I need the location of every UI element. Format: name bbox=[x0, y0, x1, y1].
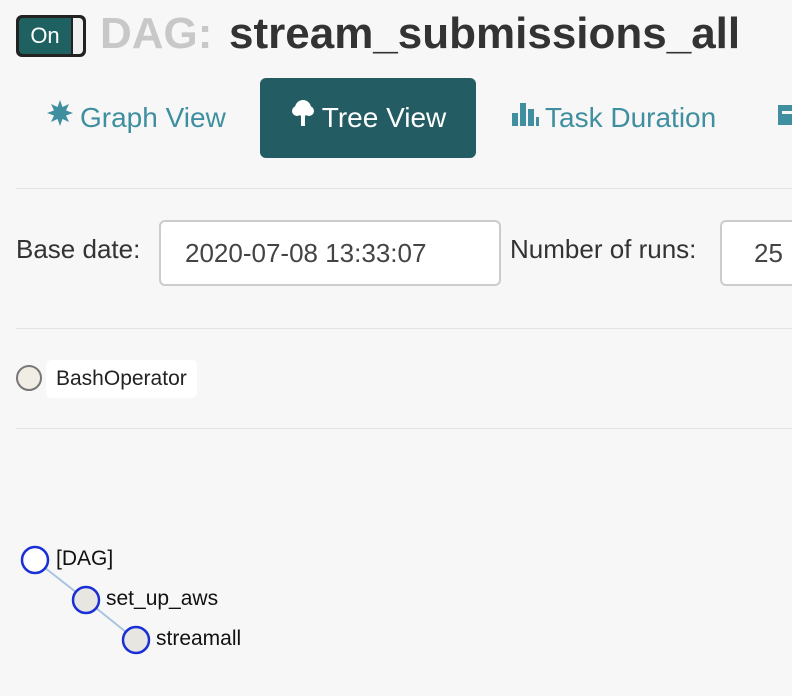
tree-node-label[interactable]: streamall bbox=[156, 627, 241, 651]
page-header: On DAG: stream_submissions_all bbox=[14, 10, 792, 62]
tab-tree-label: Tree View bbox=[321, 102, 447, 133]
base-date-input[interactable] bbox=[159, 220, 501, 286]
num-runs-select[interactable]: 25 bbox=[720, 220, 792, 286]
tab-graph-view[interactable]: Graph View bbox=[46, 78, 226, 158]
dag-tree: [DAG] set_up_aws streamall bbox=[0, 530, 400, 670]
num-runs-label: Number of runs: bbox=[510, 234, 697, 264]
graph-icon bbox=[46, 78, 74, 158]
operator-legend-label: BashOperator bbox=[46, 360, 197, 398]
view-tabs: Graph View Tree View Task Duration bbox=[0, 78, 792, 158]
toggle-label: On bbox=[19, 18, 71, 54]
tab-duration-label: Task Duration bbox=[545, 102, 717, 133]
title-prefix: DAG: bbox=[100, 9, 213, 58]
toggle-handle bbox=[73, 18, 83, 54]
divider bbox=[16, 428, 792, 429]
tree-filter-form: Base date: Number of runs: 25 bbox=[16, 220, 792, 288]
dag-title: stream_submissions_all bbox=[229, 9, 741, 58]
tree-node-dag[interactable] bbox=[20, 545, 50, 575]
base-date-label: Base date: bbox=[16, 234, 141, 264]
tree-node-label[interactable]: set_up_aws bbox=[106, 587, 218, 611]
tab-tree-view[interactable]: Tree View bbox=[260, 78, 476, 158]
tree-node-label: [DAG] bbox=[56, 547, 114, 570]
tree-icon bbox=[290, 78, 316, 158]
dag-pause-toggle[interactable]: On bbox=[16, 15, 86, 57]
tree-node-task[interactable] bbox=[121, 625, 151, 655]
operator-color-swatch bbox=[16, 365, 42, 391]
tree-node-task[interactable] bbox=[71, 585, 101, 615]
bar-chart-icon bbox=[511, 78, 539, 158]
divider bbox=[16, 188, 792, 189]
tab-graph-label: Graph View bbox=[80, 102, 226, 133]
calendar-icon bbox=[778, 78, 792, 158]
divider bbox=[16, 328, 792, 329]
tab-more-truncated[interactable] bbox=[778, 78, 792, 158]
tab-task-duration[interactable]: Task Duration bbox=[511, 78, 716, 158]
